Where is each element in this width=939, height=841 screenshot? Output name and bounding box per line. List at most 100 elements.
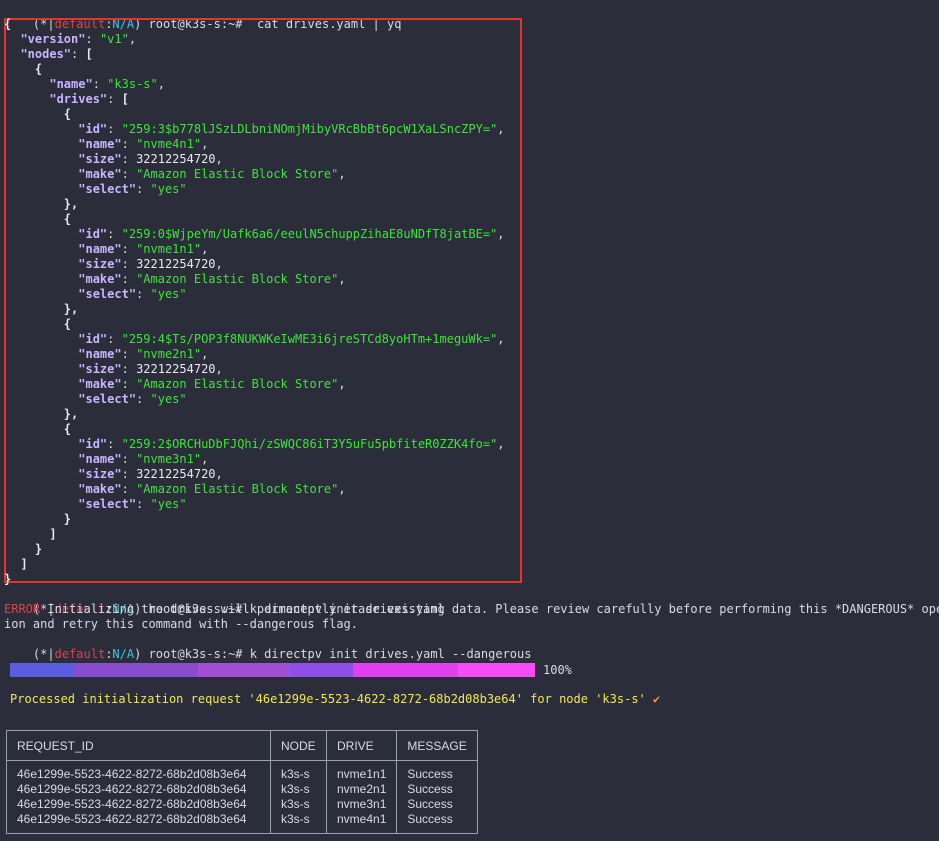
cell-nodes: k3s-s k3s-s k3s-s k3s-s [270,760,327,834]
json-token: "drives" [49,92,108,106]
json-token: "id" [78,227,108,241]
json-punct: , [497,437,505,451]
json-punct [6,47,20,61]
json-punct: }, [63,197,79,211]
drive-cell: nvme3n1 [337,797,387,811]
json-line: { [4,17,11,32]
json-punct: } [63,512,72,526]
json-punct: , [338,167,346,181]
json-token: "yes" [150,287,187,301]
error-line-2: ion and retry this command with --danger… [4,617,359,631]
json-token: "name" [49,77,93,91]
json-line: "name": "nvme4n1", [6,137,208,152]
json-punct: [ [121,92,129,106]
json-token: "nvme4n1" [136,137,202,151]
header-request-id: REQUEST_ID [6,730,271,761]
error-label: ERROR [4,602,41,616]
json-line: "make": "Amazon Elastic Block Store", [6,272,346,287]
json-punct [6,152,78,166]
json-punct [6,212,64,226]
json-punct: , [215,467,223,481]
progress-segment [73,663,198,677]
terminal-window[interactable]: (*|default:N/A) root@k3s-s:~# cat drives… [0,0,939,841]
prompt-separator: | [47,647,55,661]
request-id-cell: 46e1299e-5523-4622-8272-68b2d08b3e64 [17,767,247,781]
node-cell: k3s-s [281,767,310,781]
json-punct: : [136,392,151,406]
json-punct: : [121,272,137,286]
json-punct [6,272,78,286]
json-punct: { [34,62,43,76]
json-punct: , [338,272,346,286]
node-cell: k3s-s [281,782,310,796]
json-punct: { [63,212,72,226]
json-punct: : [121,257,137,271]
json-token: "nvme1n1" [136,242,202,256]
message-cell: Success [407,812,453,826]
json-token: "Amazon Elastic Block Store" [136,482,339,496]
json-token: "nodes" [20,47,72,61]
json-token: "make" [78,167,122,181]
json-punct: { [63,107,72,121]
json-token: "id" [78,437,108,451]
json-line: "name": "nvme2n1", [6,347,208,362]
request-id-cell: 46e1299e-5523-4622-8272-68b2d08b3e64 [17,812,247,826]
drive-cell: nvme4n1 [337,812,387,826]
json-punct: : [121,362,137,376]
json-punct: , [201,242,209,256]
json-line: "nodes": [ [6,47,93,62]
json-line: { [6,107,71,122]
json-token: "yes" [150,392,187,406]
json-token: "id" [78,122,108,136]
json-punct: { [63,317,72,331]
json-token: "select" [78,497,137,511]
prompt-line-cat: (*|default:N/A) root@k3s-s:~# cat drives… [4,2,402,31]
json-punct: : [136,182,151,196]
json-punct [6,32,20,46]
json-token: "259:4$Ts/POP3f8NUKWKeIwME3i6jreSTCd8yoH… [121,332,498,346]
json-punct [6,407,64,421]
json-punct [6,317,64,331]
json-line: }, [6,407,78,422]
json-punct [6,542,35,556]
json-punct: [ [85,47,93,61]
json-punct: : [121,452,137,466]
json-line: "version": "v1", [6,32,136,47]
json-token: "name" [78,137,122,151]
check-mark-icon: ✔ [653,692,661,706]
json-token: "make" [78,377,122,391]
json-line: "select": "yes" [6,182,186,197]
json-punct [6,197,64,211]
json-punct [6,332,78,346]
json-token: "version" [20,32,86,46]
json-punct: { [63,422,72,436]
json-line: "drives": [ [6,92,129,107]
json-punct: : [85,32,100,46]
progress-segment [198,663,290,677]
json-punct: } [34,542,43,556]
json-token: "id" [78,332,108,346]
json-punct [6,62,35,76]
json-punct: , [215,362,223,376]
json-punct [6,437,78,451]
json-punct: , [338,482,346,496]
json-line: { [6,317,71,332]
json-punct [6,77,49,91]
error-text-1: Initializing the drives will permanently… [40,602,939,616]
json-token: "size" [78,257,122,271]
cell-drives: nvme1n1 nvme2n1 nvme3n1 nvme4n1 [325,760,398,834]
header-node: NODE [270,730,327,761]
json-punct: ] [20,557,28,571]
json-punct [6,377,78,391]
json-token: } [4,572,12,586]
json-token: "select" [78,287,137,301]
prompt-line-init: (*|default:N/A) root@k3s-s:~# k directpv… [4,587,445,616]
prompt-context: default [54,647,106,661]
json-token: "name" [78,242,122,256]
result-table: REQUEST_ID NODE DRIVE MESSAGE 46e1299e-5… [6,730,478,834]
json-token: 32212254720 [136,257,216,271]
progress-segment [10,663,73,677]
json-punct: : [121,137,137,151]
json-punct [6,347,78,361]
prompt-user-host: root@k3s-s:~# [141,647,250,661]
